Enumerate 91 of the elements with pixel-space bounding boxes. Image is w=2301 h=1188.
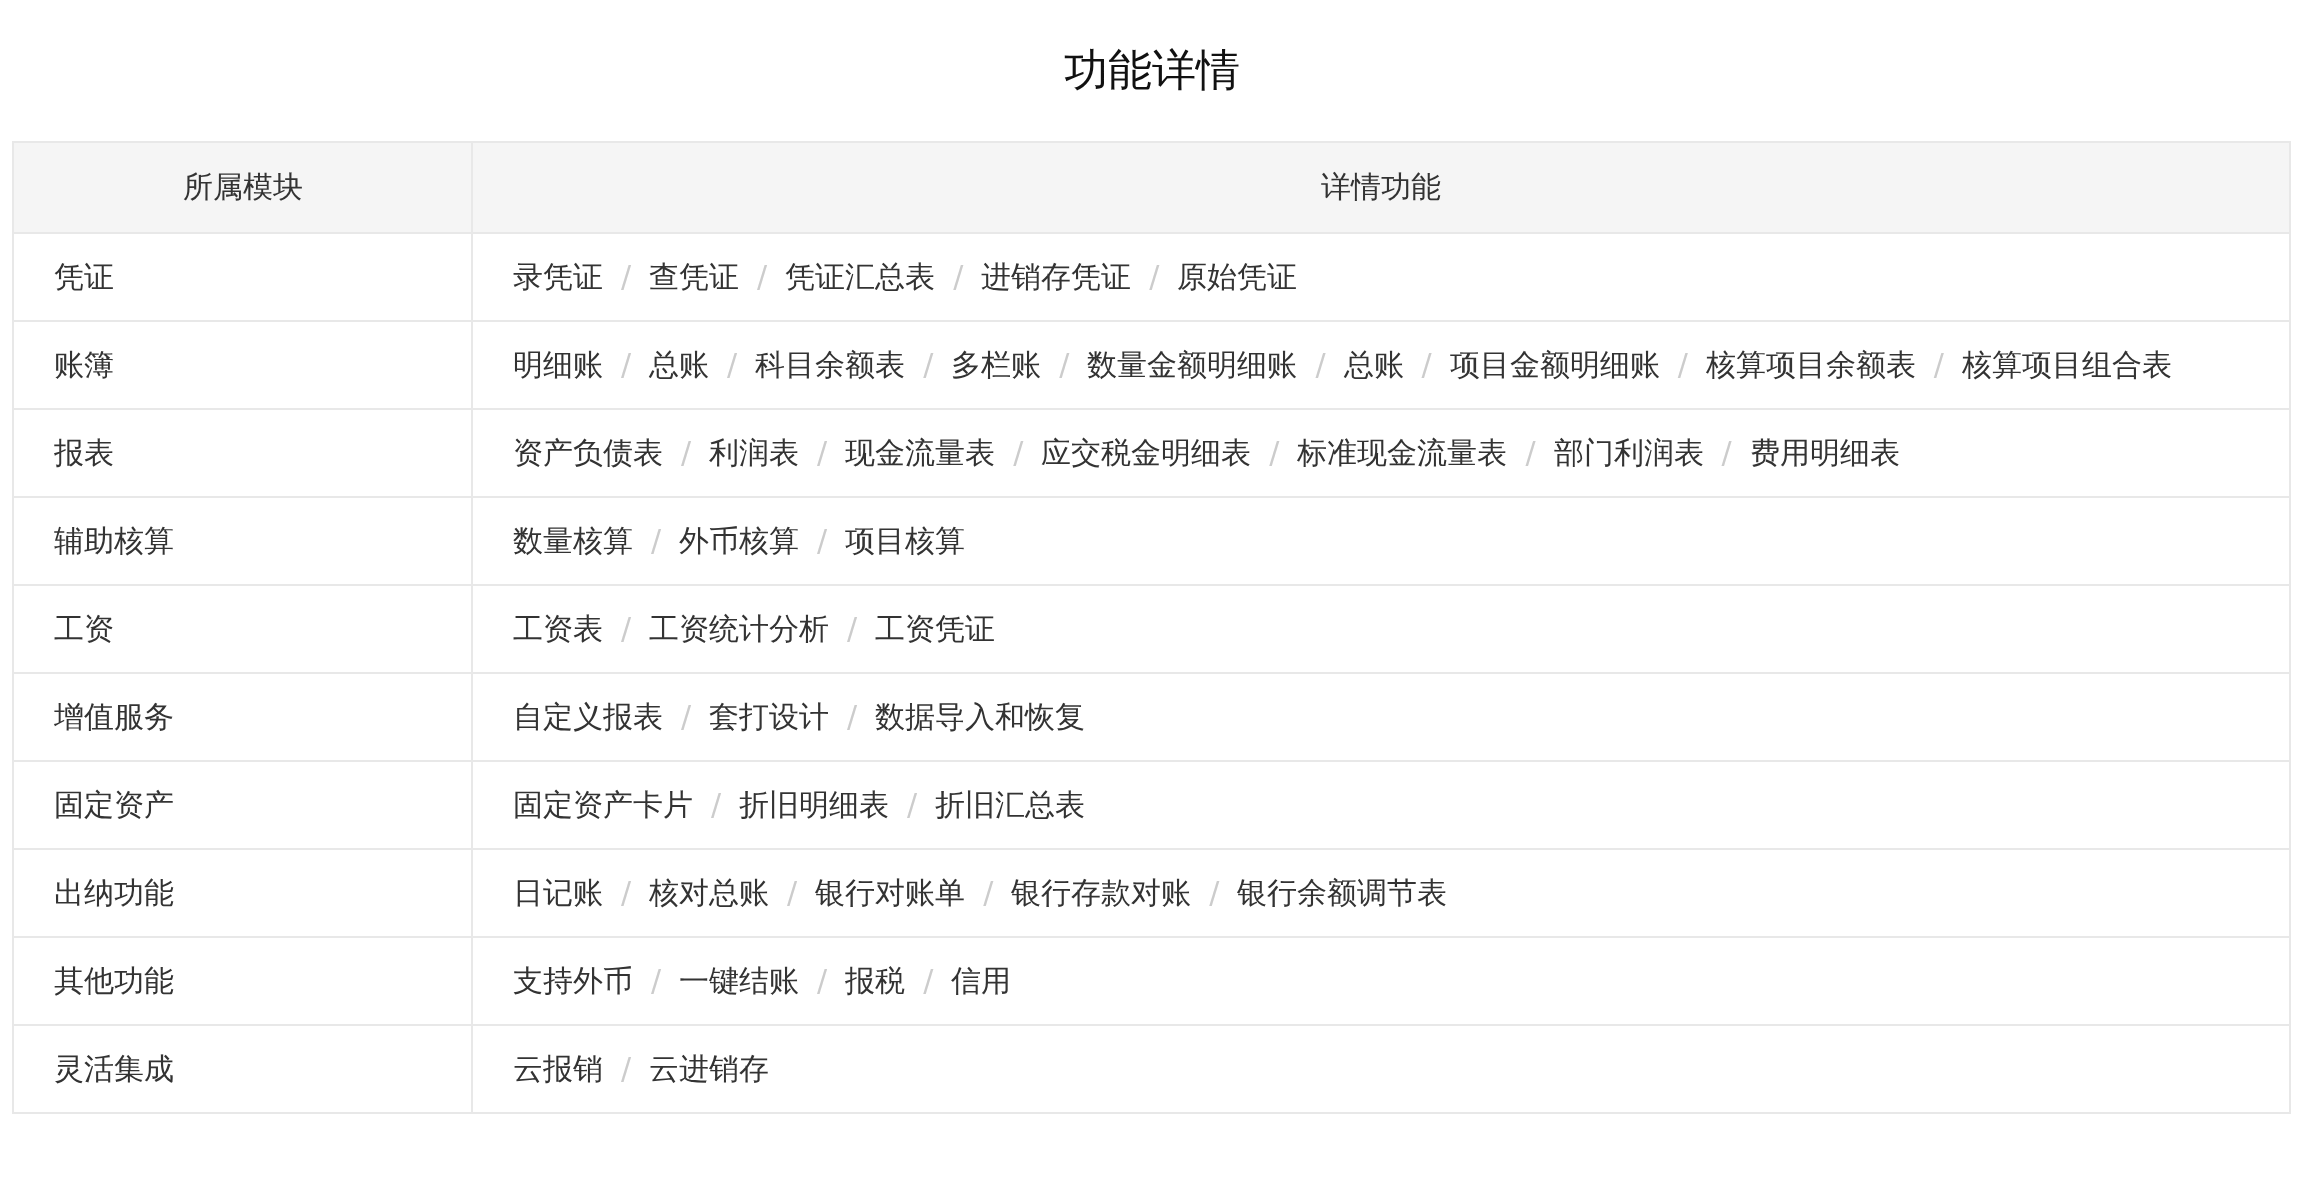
feature-text: 折旧明细表 (739, 787, 890, 822)
separator: / (1421, 347, 1432, 382)
feature-text: 银行对账单 (815, 875, 966, 910)
feature-text: 资产负债表 (513, 435, 663, 470)
separator: / (651, 523, 662, 558)
separator: / (983, 875, 994, 910)
module-cell: 固定资产 (13, 761, 472, 849)
feature-text: 数量核算 (513, 523, 633, 558)
feature-text: 信用 (951, 963, 1012, 998)
separator: / (621, 259, 632, 294)
separator: / (1677, 347, 1688, 382)
feature-text: 折旧汇总表 (935, 787, 1086, 822)
feature-text: 银行余额调节表 (1237, 875, 1448, 910)
separator: / (1059, 347, 1070, 382)
separator: / (727, 347, 738, 382)
separator: / (621, 611, 632, 646)
feature-text: 工资凭证 (875, 611, 996, 646)
feature-text: 总账 (1343, 347, 1404, 382)
separator: / (1721, 435, 1732, 470)
feature-text: 原始凭证 (1177, 259, 1298, 294)
module-cell: 工资 (13, 585, 472, 673)
module-cell: 辅助核算 (13, 497, 472, 585)
feature-text: 现金流量表 (845, 435, 996, 470)
separator: / (953, 259, 964, 294)
feature-text: 应交税金明细表 (1041, 435, 1252, 470)
feature-text: 项目核算 (845, 523, 966, 558)
feature-text: 银行存款对账 (1011, 875, 1192, 910)
separator: / (923, 963, 934, 998)
separator: / (711, 787, 722, 822)
module-cell: 增值服务 (13, 673, 472, 761)
separator: / (621, 1051, 632, 1086)
separator: / (1525, 435, 1536, 470)
feature-text: 工资表 (513, 611, 603, 646)
separator: / (621, 347, 632, 382)
feature-text: 核算项目余额表 (1705, 347, 1916, 382)
feature-text: 外币核算 (679, 523, 800, 558)
module-cell: 灵活集成 (13, 1025, 472, 1113)
feature-text: 项目金额明细账 (1449, 347, 1660, 382)
feature-text: 录凭证 (513, 259, 603, 294)
feature-text: 一键结账 (679, 963, 800, 998)
separator: / (757, 259, 768, 294)
separator: / (621, 875, 632, 910)
module-cell: 报表 (13, 409, 472, 497)
feature-text: 明细账 (513, 347, 603, 382)
feature-text: 云进销存 (649, 1051, 770, 1086)
separator: / (847, 699, 858, 734)
feature-text: 固定资产卡片 (513, 787, 693, 822)
feature-text: 多栏账 (951, 347, 1042, 382)
feature-text: 部门利润表 (1553, 435, 1704, 470)
separator: / (923, 347, 934, 382)
module-cell: 出纳功能 (13, 849, 472, 937)
feature-text: 标准现金流量表 (1297, 435, 1508, 470)
separator: / (817, 523, 828, 558)
feature-text: 核对总账 (649, 875, 770, 910)
separator: / (1315, 347, 1326, 382)
separator: / (847, 611, 858, 646)
column-header: 详情功能 (472, 142, 2290, 233)
feature-text: 凭证汇总表 (785, 259, 936, 294)
feature-text: 数据导入和恢复 (875, 699, 1086, 734)
feature-text: 查凭证 (649, 259, 740, 294)
separator: / (1149, 259, 1160, 294)
feature-text: 利润表 (709, 435, 800, 470)
feature-text: 自定义报表 (513, 699, 663, 734)
separator: / (817, 435, 828, 470)
separator: / (907, 787, 918, 822)
column-header: 所属模块 (13, 142, 472, 233)
separator: / (817, 963, 828, 998)
feature-text: 支持外币 (513, 963, 633, 998)
separator: / (1209, 875, 1220, 910)
page-title: 功能详情 (1062, 43, 1241, 97)
feature-text: 科目余额表 (755, 347, 906, 382)
feature-text: 套打设计 (709, 699, 830, 734)
separator: / (1269, 435, 1280, 470)
feature-text: 进销存凭证 (981, 259, 1132, 294)
separator: / (681, 699, 692, 734)
feature-text: 数量金额明细账 (1087, 347, 1298, 382)
separator: / (1933, 347, 1944, 382)
module-cell: 账簿 (13, 321, 472, 409)
separator: / (787, 875, 798, 910)
feature-text: 报税 (845, 963, 906, 998)
feature-text: 日记账 (513, 875, 603, 910)
feature-text: 核算项目组合表 (1961, 347, 2172, 382)
separator: / (651, 963, 662, 998)
feature-text: 总账 (649, 347, 710, 382)
feature-text: 工资统计分析 (649, 611, 830, 646)
module-cell: 其他功能 (13, 937, 472, 1025)
separator: / (681, 435, 692, 470)
module-cell: 凭证 (13, 233, 472, 321)
separator: / (1013, 435, 1024, 470)
feature-text: 云报销 (513, 1051, 603, 1086)
feature-text: 费用明细表 (1749, 435, 1900, 470)
